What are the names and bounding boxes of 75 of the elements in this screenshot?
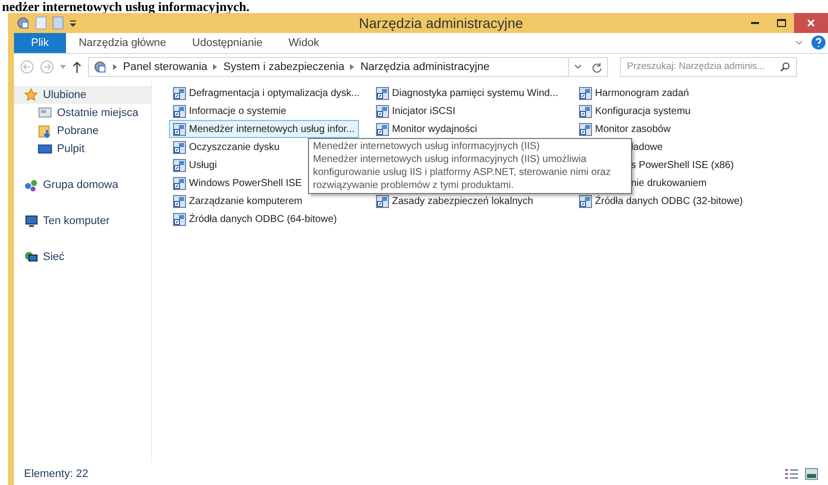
breadcrumb-item[interactable]: System i zabezpieczenia	[223, 58, 344, 76]
tool-item[interactable]: Konfiguracja systemu	[575, 102, 695, 120]
tool-item[interactable]: Usługi	[169, 156, 221, 174]
shortcut-icon	[376, 122, 389, 136]
nav-item[interactable]: Ten komputer	[14, 212, 151, 230]
shortcut-icon	[173, 194, 186, 208]
nav-item[interactable]: Pobrane	[14, 122, 151, 140]
tool-item[interactable]: Źródła danych ODBC (32-bitowe)	[575, 192, 747, 210]
details-view-icon[interactable]	[785, 468, 799, 480]
caption: nedżer internetowych usług informacyjnych.	[1, 0, 250, 13]
shortcut-icon	[173, 122, 186, 136]
tool-item[interactable]: Zarządzanie komputerem	[169, 192, 306, 210]
shortcut-icon	[579, 86, 592, 100]
gear-icon	[93, 60, 107, 74]
ribbon-tab[interactable]: Widok	[276, 33, 332, 53]
nav-item[interactable]: Grupa domowa	[14, 176, 151, 194]
nav-item[interactable]: Ostatnie miejsca	[14, 104, 151, 122]
shortcut-icon	[173, 176, 186, 190]
monitor-icon	[38, 142, 52, 156]
tool-item[interactable]: Windows PowerShell ISE	[169, 174, 306, 192]
shortcut-icon	[173, 140, 186, 154]
up-arrow-icon[interactable]	[72, 61, 82, 73]
tool-item[interactable]: Menedżer internetowych usług infor...	[169, 120, 359, 138]
thumbnail-view-icon[interactable]	[805, 468, 818, 480]
nav-item[interactable]: Pulpit	[14, 140, 151, 158]
globe-monitor-icon	[24, 250, 38, 264]
shortcut-icon	[173, 158, 186, 172]
shortcut-icon	[173, 212, 186, 226]
shortcut-icon	[579, 122, 592, 136]
search-field[interactable]: Przeszukaj: Narzędzia adminis...	[620, 57, 797, 77]
breadcrumb-item[interactable]: Panel sterowania	[123, 58, 208, 76]
tool-item[interactable]: Defragmentacja i optymalizacja dysk...	[169, 84, 364, 102]
dropdown-icon[interactable]	[69, 19, 77, 27]
chevron-icon[interactable]	[350, 64, 354, 70]
tool-item[interactable]: Inicjator iSCSI	[372, 102, 460, 120]
breadcrumb-item[interactable]: Narzędzia administracyjne	[360, 58, 490, 76]
chevron-icon[interactable]	[113, 64, 117, 70]
tool-item[interactable]: Informacje o systemie	[169, 102, 290, 120]
shortcut-icon	[173, 86, 186, 100]
refresh-field[interactable]	[568, 57, 608, 77]
star-icon	[24, 88, 38, 102]
nav-item[interactable]: Ulubione	[14, 86, 151, 104]
address-bar[interactable]: Panel sterowania System i zabezpieczenia Narzędzia administracyjne	[88, 57, 569, 77]
tooltip-title: Menedżer internetowych usług informacyjnych (IIS)	[313, 140, 541, 153]
shortcut-icon	[376, 86, 389, 100]
ribbon-tab[interactable]: Plik	[14, 33, 66, 53]
item-count: Elementy: 22	[24, 466, 88, 482]
chevron-down-icon[interactable]	[574, 64, 582, 70]
tool-item[interactable]: Diagnostyka pamięci systemu Wind...	[372, 84, 562, 102]
tool-item[interactable]: Harmonogram zadań	[575, 84, 693, 102]
download-folder-icon	[38, 124, 52, 138]
nav-item[interactable]: Sieć	[14, 248, 151, 266]
tool-item[interactable]: Oczyszczanie dysku	[169, 138, 284, 156]
close-button[interactable]	[794, 13, 828, 33]
close-icon	[807, 19, 815, 27]
window-title: Narzędzia administracyjne	[358, 14, 524, 33]
tool-item[interactable]: Monitor zasobów	[575, 120, 675, 138]
tool-item[interactable]: Źródła danych ODBC (64-bitowe)	[169, 210, 341, 228]
search-icon[interactable]	[780, 62, 790, 72]
window-icon	[38, 106, 52, 120]
tool-item[interactable]: Zasady zabezpieczeń lokalnych	[372, 192, 538, 210]
gear-icon[interactable]	[16, 16, 30, 30]
computer-icon	[24, 214, 38, 228]
ribbon-tab[interactable]: Narzędzia główne	[66, 33, 180, 53]
people-icon	[24, 178, 38, 192]
shortcut-icon	[173, 104, 186, 118]
tool-item[interactable]: Monitor wydajności	[372, 120, 482, 138]
help-icon[interactable]	[811, 35, 826, 50]
tooltip-text: Menedżer internetowych usług informacyjnych (IIS) umożliwia konfigurowanie usług IIS i platformy ASP.NET, sterowanie nimi oraz rozwiązywanie problemów z tymi produktami.	[313, 153, 612, 192]
ribbon-tab[interactable]: Udostępnianie	[179, 33, 276, 53]
shortcut-icon	[579, 104, 592, 118]
chevron-icon[interactable]	[213, 64, 218, 70]
chevron-down-icon[interactable]	[795, 40, 803, 46]
refresh-icon[interactable]	[592, 62, 602, 72]
shortcut-icon	[376, 104, 389, 118]
